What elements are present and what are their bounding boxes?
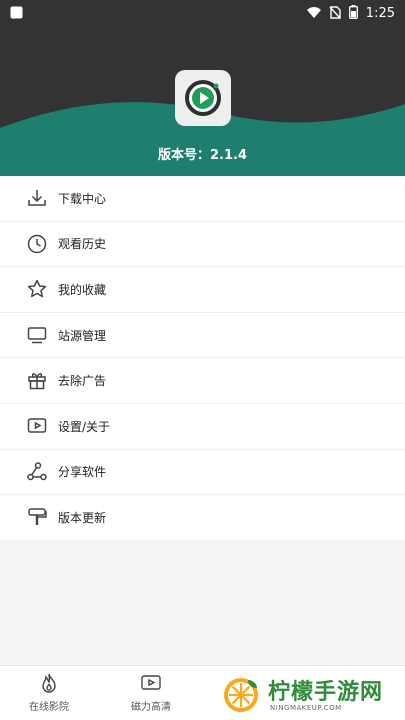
brush-icon	[26, 506, 48, 528]
menu-item-label: 版本更新	[58, 510, 107, 525]
status-time: 1:25	[365, 5, 395, 21]
status-bar: 1:25	[0, 0, 405, 26]
wifi-icon	[306, 4, 321, 23]
menu-item-label: 下载中心	[58, 191, 107, 206]
gift-icon	[26, 369, 48, 391]
menu-item-share-app[interactable]: 分享软件	[0, 450, 405, 496]
nav-tab-label: 在线影院	[29, 702, 69, 713]
menu-list: 下载中心 观看历史 我的收藏 站源管理 去除广告 设置/关于 分享软件 版本更新	[0, 176, 405, 541]
star-icon	[26, 278, 48, 300]
menu-item-label: 观看历史	[58, 237, 107, 252]
empty-area	[0, 540, 405, 665]
play-box-icon	[116, 672, 186, 694]
nav-tab-online-cinema[interactable]: 在线影院	[14, 672, 84, 713]
menu-item-remove-ads[interactable]: 去除广告	[0, 358, 405, 404]
menu-item-download-center[interactable]: 下载中心	[0, 176, 405, 222]
download-icon	[26, 187, 48, 209]
watermark: 柠檬手游网 NINGMAKEUP.COM	[218, 672, 404, 718]
battery-icon	[348, 4, 358, 23]
menu-item-label: 分享软件	[58, 465, 107, 480]
watermark-title: 柠檬手游网	[268, 680, 384, 705]
play-button-icon	[185, 80, 221, 116]
no-sim-icon	[329, 4, 341, 23]
app-logo	[175, 70, 231, 126]
menu-item-label: 我的收藏	[58, 282, 107, 297]
menu-item-version-update[interactable]: 版本更新	[0, 495, 405, 541]
menu-item-label: 设置/关于	[58, 419, 111, 434]
nav-tab-magnet-hd[interactable]: 磁力高清	[116, 672, 186, 713]
profile-header: 1:25 版本号：2.1.4	[0, 0, 405, 176]
menu-item-source-management[interactable]: 站源管理	[0, 313, 405, 359]
flame-icon	[14, 672, 84, 694]
watermark-subtitle: NINGMAKEUP.COM	[270, 704, 342, 712]
square-notification-icon	[10, 4, 23, 23]
nav-tab-label: 磁力高清	[131, 702, 171, 713]
version-label: 版本号：2.1.4	[157, 148, 247, 163]
menu-item-label: 站源管理	[58, 328, 107, 343]
share-icon	[26, 461, 48, 483]
lemon-logo-icon	[222, 676, 260, 718]
menu-item-settings-about[interactable]: 设置/关于	[0, 404, 405, 450]
clock-icon	[26, 233, 48, 255]
menu-item-watch-history[interactable]: 观看历史	[0, 222, 405, 268]
play-box-icon	[26, 415, 48, 437]
menu-item-label: 去除广告	[58, 374, 107, 389]
menu-item-favorites[interactable]: 我的收藏	[0, 267, 405, 313]
monitor-icon	[26, 324, 48, 346]
